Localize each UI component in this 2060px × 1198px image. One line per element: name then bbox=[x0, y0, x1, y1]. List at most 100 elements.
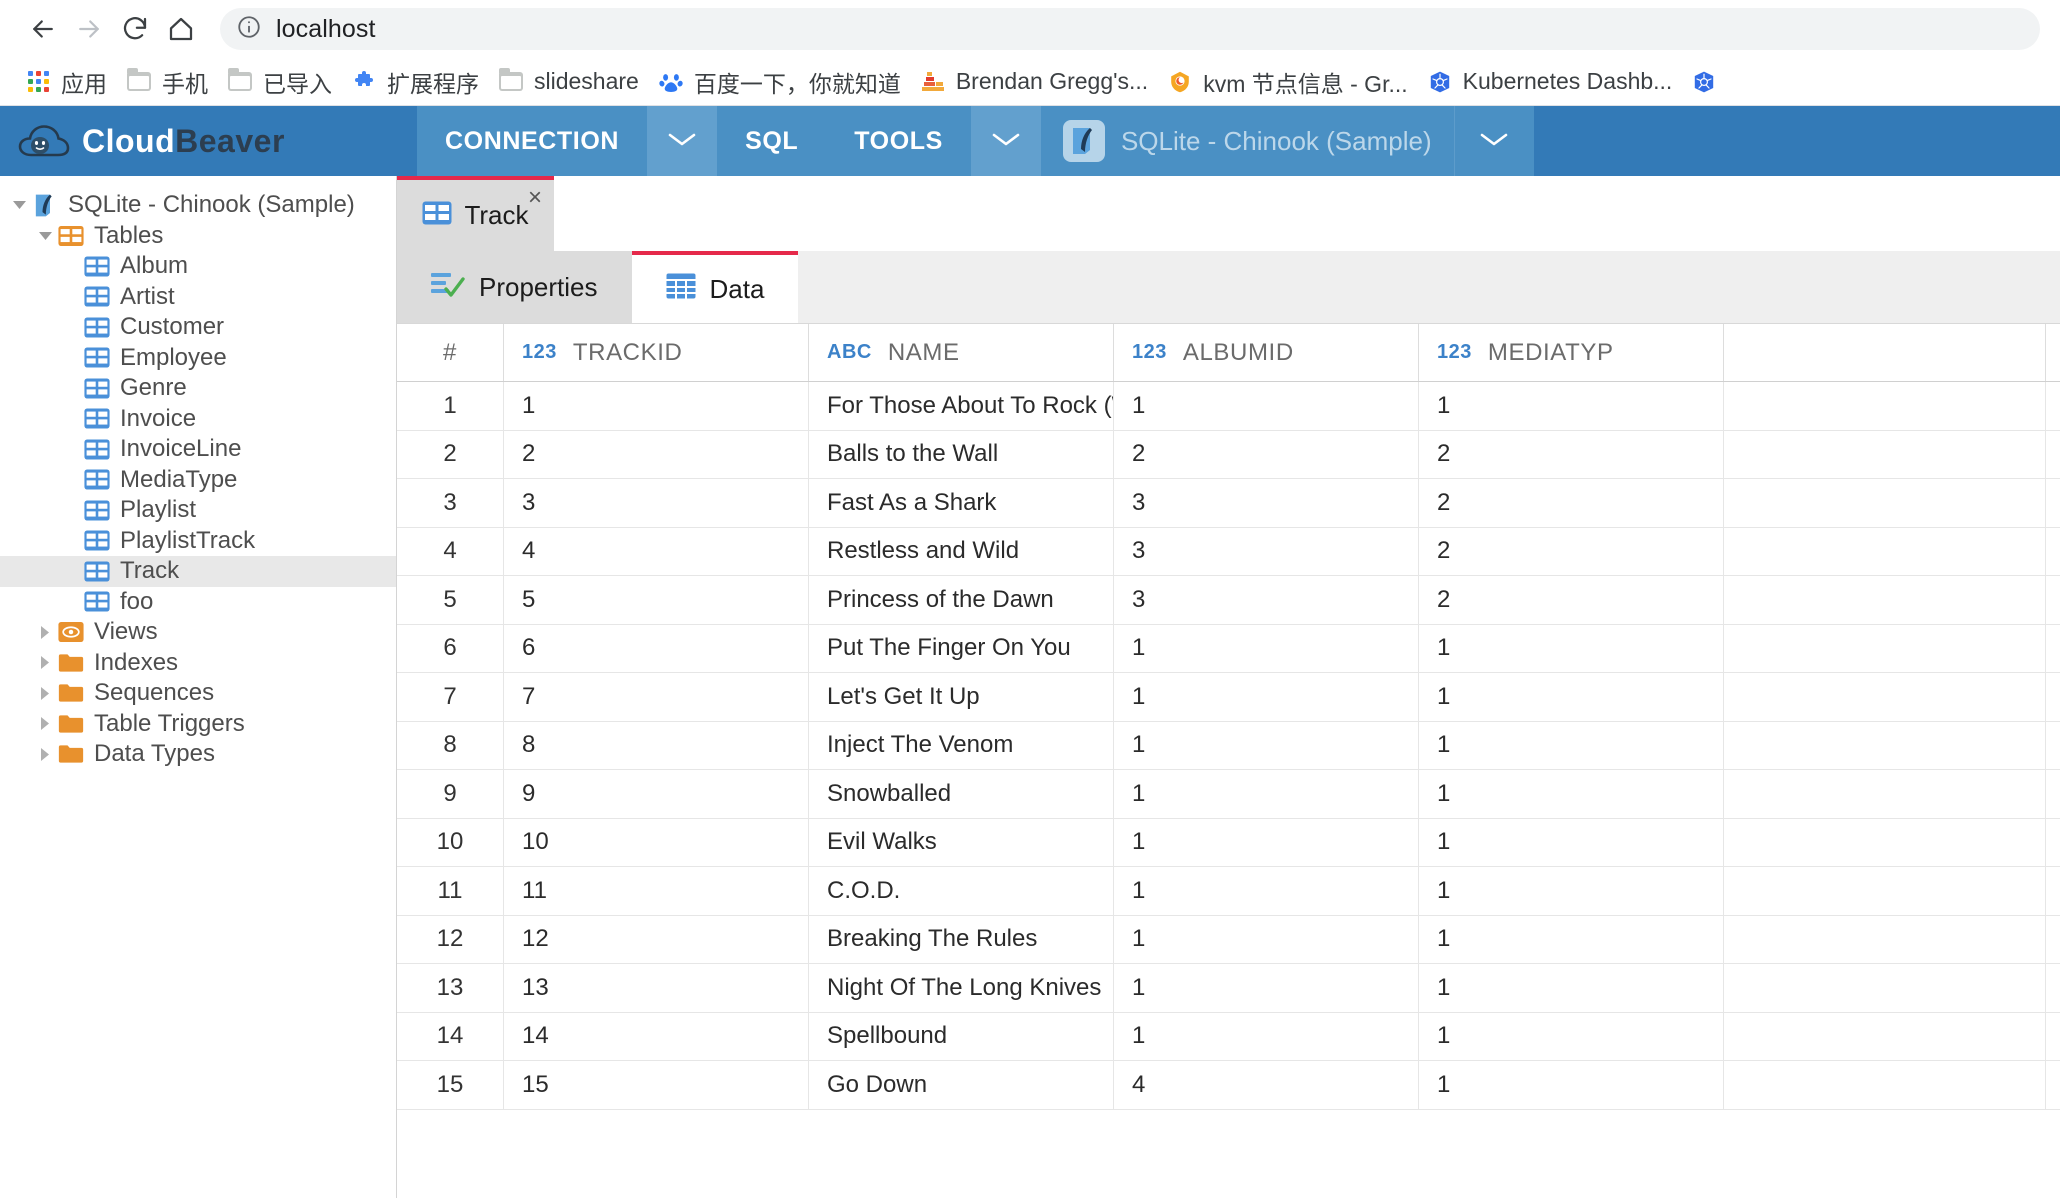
bookmark-apps[interactable]: 应用 bbox=[16, 63, 117, 101]
tree-item-customer[interactable]: Customer bbox=[0, 312, 396, 343]
table-row[interactable]: 10 10 Evil Walks 1 1 bbox=[397, 818, 2060, 867]
tab-properties[interactable]: Properties bbox=[397, 251, 632, 323]
cell-overflow[interactable] bbox=[1724, 1012, 2046, 1060]
cell-albumid[interactable]: 3 bbox=[1114, 527, 1419, 575]
cell-albumid[interactable]: 3 bbox=[1114, 576, 1419, 624]
cell-albumid[interactable]: 1 bbox=[1114, 382, 1419, 430]
table-row[interactable]: 11 11 C.O.D. 1 1 bbox=[397, 867, 2060, 916]
column-header-rownum[interactable]: # bbox=[397, 324, 504, 381]
row-number-cell[interactable]: 5 bbox=[397, 576, 504, 624]
cell-albumid[interactable]: 2 bbox=[1114, 430, 1419, 478]
tree-twisty-icon[interactable] bbox=[32, 686, 58, 701]
menu-connection-caret[interactable] bbox=[647, 106, 718, 176]
back-button[interactable] bbox=[20, 6, 66, 52]
forward-button[interactable] bbox=[66, 6, 112, 52]
cell-mediatyp[interactable]: 1 bbox=[1419, 721, 1724, 769]
cell-name[interactable]: Inject The Venom bbox=[809, 721, 1114, 769]
connection-selector[interactable]: SQLite - Chinook (Sample) bbox=[1040, 106, 1454, 176]
cell-mediatyp[interactable]: 1 bbox=[1419, 770, 1724, 818]
table-row[interactable]: 5 5 Princess of the Dawn 3 2 bbox=[397, 576, 2060, 625]
tree-item-invoiceline[interactable]: InvoiceLine bbox=[0, 434, 396, 465]
table-row[interactable]: 13 13 Night Of The Long Knives 1 1 bbox=[397, 964, 2060, 1013]
cell-overflow[interactable] bbox=[1724, 673, 2046, 721]
tree-twisty-icon[interactable] bbox=[32, 230, 58, 242]
tree-item-track[interactable]: Track bbox=[0, 556, 396, 587]
column-header-albumid[interactable]: 123 ALBUMID bbox=[1114, 324, 1419, 381]
cell-albumid[interactable]: 1 bbox=[1114, 867, 1419, 915]
bookmark-kubernetes-overflow[interactable] bbox=[1682, 63, 1737, 101]
column-header-trackid[interactable]: 123 TRACKID bbox=[504, 324, 809, 381]
cell-trackid[interactable]: 3 bbox=[504, 479, 809, 527]
tree-item-invoice[interactable]: Invoice bbox=[0, 404, 396, 435]
table-row[interactable]: 8 8 Inject The Venom 1 1 bbox=[397, 721, 2060, 770]
tree-item-sqlite-chinook-sample-[interactable]: SQLite - Chinook (Sample) bbox=[0, 190, 396, 221]
cell-name[interactable]: Snowballed bbox=[809, 770, 1114, 818]
cell-trackid[interactable]: 6 bbox=[504, 624, 809, 672]
editor-tab-track[interactable]: × Track bbox=[397, 176, 554, 251]
tree-item-foo[interactable]: foo bbox=[0, 587, 396, 618]
cell-name[interactable]: For Those About To Rock (We … bbox=[809, 382, 1114, 430]
table-row[interactable]: 12 12 Breaking The Rules 1 1 bbox=[397, 915, 2060, 964]
tree-item-indexes[interactable]: Indexes bbox=[0, 648, 396, 679]
cell-trackid[interactable]: 13 bbox=[504, 964, 809, 1012]
page-info-icon[interactable] bbox=[236, 14, 262, 45]
cell-name[interactable]: Let's Get It Up bbox=[809, 673, 1114, 721]
cell-name[interactable]: Go Down bbox=[809, 1061, 1114, 1109]
row-number-cell[interactable]: 7 bbox=[397, 673, 504, 721]
cell-overflow[interactable] bbox=[1724, 576, 2046, 624]
tree-twisty-icon[interactable] bbox=[32, 747, 58, 762]
tree-item-artist[interactable]: Artist bbox=[0, 282, 396, 313]
home-button[interactable] bbox=[158, 6, 204, 52]
row-number-cell[interactable]: 10 bbox=[397, 818, 504, 866]
cell-mediatyp[interactable]: 1 bbox=[1419, 1061, 1724, 1109]
cell-name[interactable]: Balls to the Wall bbox=[809, 430, 1114, 478]
tree-item-sequences[interactable]: Sequences bbox=[0, 678, 396, 709]
cell-albumid[interactable]: 4 bbox=[1114, 1061, 1419, 1109]
menu-tools[interactable]: TOOLS bbox=[826, 106, 971, 176]
cell-mediatyp[interactable]: 1 bbox=[1419, 964, 1724, 1012]
table-row[interactable]: 4 4 Restless and Wild 3 2 bbox=[397, 527, 2060, 576]
cell-trackid[interactable]: 12 bbox=[504, 915, 809, 963]
row-number-cell[interactable]: 6 bbox=[397, 624, 504, 672]
row-number-cell[interactable]: 8 bbox=[397, 721, 504, 769]
cell-trackid[interactable]: 7 bbox=[504, 673, 809, 721]
connection-caret[interactable] bbox=[1453, 106, 1534, 176]
cell-albumid[interactable]: 1 bbox=[1114, 818, 1419, 866]
row-number-cell[interactable]: 1 bbox=[397, 382, 504, 430]
cell-mediatyp[interactable]: 1 bbox=[1419, 867, 1724, 915]
menu-tools-caret[interactable] bbox=[970, 106, 1041, 176]
tree-item-table-triggers[interactable]: Table Triggers bbox=[0, 709, 396, 740]
menu-connection[interactable]: CONNECTION bbox=[417, 106, 648, 176]
table-row[interactable]: 9 9 Snowballed 1 1 bbox=[397, 770, 2060, 819]
tree-item-views[interactable]: Views bbox=[0, 617, 396, 648]
cell-albumid[interactable]: 1 bbox=[1114, 1012, 1419, 1060]
cell-albumid[interactable]: 1 bbox=[1114, 624, 1419, 672]
bookmark-slideshare[interactable]: slideshare bbox=[489, 63, 649, 101]
table-row[interactable]: 6 6 Put The Finger On You 1 1 bbox=[397, 624, 2060, 673]
cell-overflow[interactable] bbox=[1724, 382, 2046, 430]
bookmark-extensions[interactable]: 扩展程序 bbox=[342, 63, 489, 101]
cell-overflow[interactable] bbox=[1724, 527, 2046, 575]
cell-trackid[interactable]: 1 bbox=[504, 382, 809, 430]
tree-twisty-icon[interactable] bbox=[32, 716, 58, 731]
tree-item-tables[interactable]: Tables bbox=[0, 221, 396, 252]
cell-name[interactable]: Spellbound bbox=[809, 1012, 1114, 1060]
cell-trackid[interactable]: 4 bbox=[504, 527, 809, 575]
tree-item-employee[interactable]: Employee bbox=[0, 343, 396, 374]
row-number-cell[interactable]: 15 bbox=[397, 1061, 504, 1109]
cell-name[interactable]: Evil Walks bbox=[809, 818, 1114, 866]
cell-overflow[interactable] bbox=[1724, 770, 2046, 818]
cell-overflow[interactable] bbox=[1724, 479, 2046, 527]
cell-name[interactable]: Restless and Wild bbox=[809, 527, 1114, 575]
column-header-name[interactable]: ABC NAME bbox=[809, 324, 1114, 381]
cell-name[interactable]: Put The Finger On You bbox=[809, 624, 1114, 672]
data-grid[interactable]: #123 TRACKID ABC NAME 123 ALBUMID 123 MEDIATYP … bbox=[397, 323, 2060, 1198]
cell-trackid[interactable]: 5 bbox=[504, 576, 809, 624]
column-header-mediatyp[interactable]: 123 MEDIATYP bbox=[1419, 324, 1724, 381]
app-logo[interactable]: CloudBeaver bbox=[0, 106, 417, 176]
menu-sql[interactable]: SQL bbox=[717, 106, 827, 176]
cell-mediatyp[interactable]: 1 bbox=[1419, 624, 1724, 672]
reload-button[interactable] bbox=[112, 6, 158, 52]
cell-name[interactable]: Night Of The Long Knives bbox=[809, 964, 1114, 1012]
cell-mediatyp[interactable]: 2 bbox=[1419, 576, 1724, 624]
